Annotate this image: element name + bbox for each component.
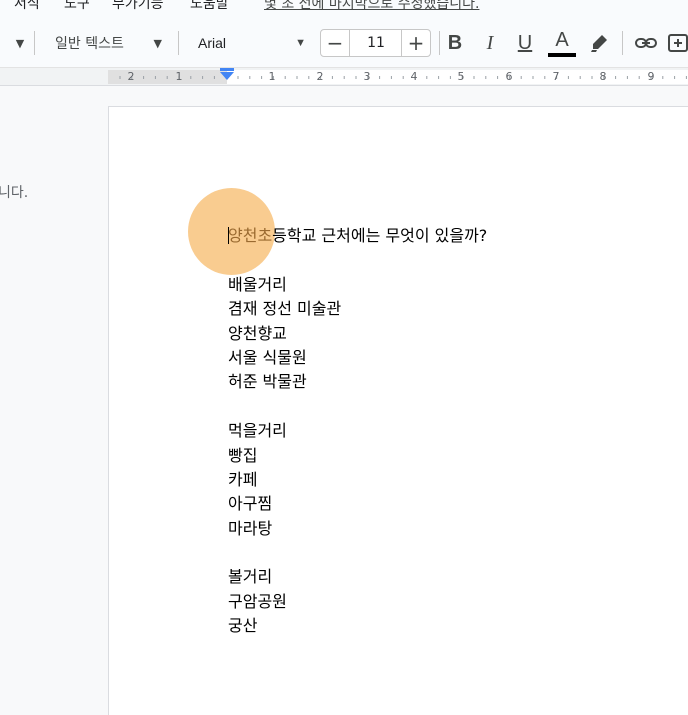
document-body[interactable]: 양천초등학교 근처에는 무엇이 있을까? 배울거리 겸재 정선 미술관 양천향교… <box>228 224 668 639</box>
side-panel-text: 니다. <box>0 185 29 201</box>
paragraph-style-value: 일반 텍스트 <box>55 36 124 52</box>
font-family-value: Arial <box>198 35 227 51</box>
ruler-label: 6 <box>505 70 513 83</box>
document-heading-line[interactable]: 양천초등학교 근처에는 무엇이 있을까? <box>228 224 668 248</box>
doc-line[interactable]: 겸재 정선 미술관 <box>228 297 668 321</box>
text-color-swatch <box>548 52 576 57</box>
heading-text[interactable]: 등학교 근처에는 무엇이 있을까? <box>272 226 487 245</box>
ruler-label: 4 <box>410 70 418 83</box>
ruler-label: 8 <box>599 70 607 83</box>
menu-help[interactable]: 도움말 <box>190 0 229 13</box>
toolbar-divider <box>622 31 623 55</box>
menu-bar: 서식 도구 부가기능 도움말 몇 초 전에 마지막으로 수정했습니다. <box>0 0 688 18</box>
doc-line[interactable] <box>228 541 668 565</box>
toolbar-divider <box>178 31 179 55</box>
insert-link-button[interactable] <box>631 29 661 57</box>
insert-comment-button[interactable] <box>666 29 688 57</box>
font-size-value: 11 <box>367 35 385 51</box>
doc-line[interactable]: 구암공원 <box>228 590 668 614</box>
doc-line[interactable]: 빵집 <box>228 444 668 468</box>
italic-icon: I <box>486 31 494 54</box>
underline-icon: U <box>517 31 533 54</box>
doc-line[interactable]: 먹을거리 <box>228 419 668 443</box>
doc-line[interactable] <box>228 248 668 272</box>
selected-text[interactable]: 양천초 <box>228 226 272 245</box>
doc-line[interactable]: 마라탕 <box>228 517 668 541</box>
minus-icon: − <box>326 31 344 55</box>
doc-line[interactable]: 궁산 <box>228 614 668 638</box>
chevron-down-icon: ▼ <box>295 37 306 49</box>
highlighter-pen-icon <box>591 35 607 52</box>
ruler-label: 2 <box>127 70 135 83</box>
left-indent-marker[interactable] <box>220 72 234 80</box>
doc-line[interactable] <box>228 395 668 419</box>
link-icon <box>635 38 657 48</box>
doc-line[interactable]: 아구찜 <box>228 492 668 516</box>
ruler-label: 7 <box>552 70 560 83</box>
increase-font-size-button[interactable]: + <box>401 29 431 57</box>
ruler-label: 2 <box>316 70 324 83</box>
ruler-label: 9 <box>647 70 655 83</box>
doc-line[interactable]: 서울 식물원 <box>228 346 668 370</box>
first-line-indent-marker[interactable] <box>220 68 234 71</box>
decrease-font-size-button[interactable]: − <box>320 29 350 57</box>
toolbar: ▼ 일반 텍스트 ▼ Arial ▼ − 11 + B I U A <box>0 18 688 68</box>
doc-line[interactable]: 허준 박물관 <box>228 370 668 394</box>
menu-tools[interactable]: 도구 <box>64 0 90 13</box>
font-family-select[interactable]: Arial ▼ <box>186 28 314 58</box>
doc-line[interactable]: 카페 <box>228 468 668 492</box>
zoom-dropdown[interactable]: ▼ <box>8 28 32 58</box>
chevron-down-icon: ▼ <box>15 36 25 50</box>
ruler-label: 1 <box>175 70 183 83</box>
text-color-button[interactable]: A <box>547 29 577 57</box>
ruler-ticks <box>119 76 687 79</box>
underline-button[interactable]: U <box>510 29 540 57</box>
doc-line[interactable]: 볼거리 <box>228 565 668 589</box>
highlight-color-button[interactable] <box>584 29 614 57</box>
last-edit-notice[interactable]: 몇 초 전에 마지막으로 수정했습니다. <box>264 0 479 13</box>
menu-format[interactable]: 서식 <box>14 0 40 13</box>
text-color-icon: A <box>555 28 569 51</box>
toolbar-divider <box>34 31 35 55</box>
ruler-label: 1 <box>268 70 276 83</box>
italic-button[interactable]: I <box>475 29 505 57</box>
bold-button[interactable]: B <box>440 29 470 57</box>
doc-line[interactable]: 배울거리 <box>228 273 668 297</box>
menu-addons[interactable]: 부가기능 <box>112 0 164 13</box>
paragraph-style-select[interactable]: 일반 텍스트 ▼ <box>40 28 170 58</box>
add-comment-icon <box>668 34 688 52</box>
ruler-label: 3 <box>363 70 371 83</box>
doc-line[interactable]: 양천향교 <box>228 322 668 346</box>
ruler-label: 5 <box>457 70 465 83</box>
horizontal-ruler[interactable]: 2 1 1 2 3 4 5 6 7 8 9 <box>0 68 688 86</box>
plus-icon: + <box>407 31 425 55</box>
chevron-down-icon: ▼ <box>153 36 162 50</box>
bold-icon: B <box>447 31 463 54</box>
font-size-input[interactable]: 11 <box>350 29 402 57</box>
